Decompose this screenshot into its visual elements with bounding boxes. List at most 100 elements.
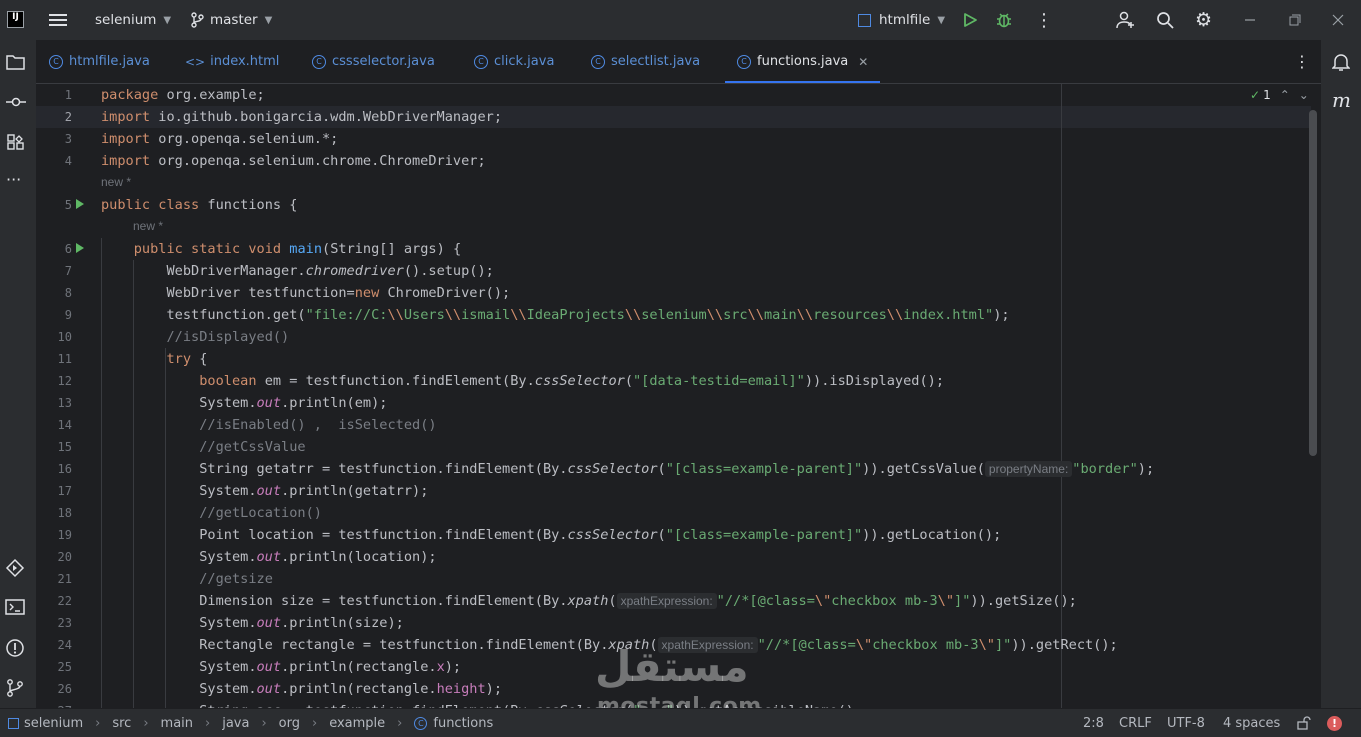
tab-label: htmlfile.java: [69, 54, 150, 69]
code-line: //getCssValue: [199, 439, 306, 455]
commit-tool-button[interactable]: [6, 94, 26, 114]
readonly-toggle[interactable]: [1297, 709, 1311, 737]
line-number: 10: [57, 330, 72, 344]
close-window-button[interactable]: [1332, 0, 1344, 40]
commit-icon: [6, 97, 26, 107]
error-indicator[interactable]: !: [1327, 709, 1342, 737]
run-class-gutter-icon[interactable]: [76, 199, 84, 209]
code-line: Dimension size = testfunction.findElemen…: [101, 593, 1077, 609]
project-tool-button[interactable]: [6, 53, 26, 75]
code-line: String getatrr = testfunction.findElemen…: [101, 461, 1155, 477]
breadcrumb-item[interactable]: main: [161, 716, 193, 731]
breadcrumb-item[interactable]: selenium: [24, 716, 83, 731]
class-icon: C: [591, 54, 605, 69]
breadcrumb-item[interactable]: functions: [433, 716, 493, 731]
breadcrumb-item[interactable]: java: [222, 716, 249, 731]
close-icon: [1332, 14, 1344, 26]
problems-tool-button[interactable]: [5, 638, 25, 662]
git-tool-button[interactable]: [5, 678, 25, 702]
tab-functions-java[interactable]: Cfunctions.java ✕: [724, 40, 881, 83]
maven-m-icon[interactable]: m: [1332, 88, 1351, 112]
tab-selectlist-java[interactable]: Cselectlist.java: [591, 40, 700, 83]
breadcrumb-item[interactable]: example: [329, 716, 385, 731]
line-number: 4: [64, 154, 72, 168]
breadcrumb-item[interactable]: org: [279, 716, 300, 731]
chevron-right-icon: ›: [312, 715, 318, 731]
error-icon: !: [1327, 715, 1342, 731]
code-line: import org.openqa.selenium.chrome.Chrome…: [101, 153, 486, 169]
code-line: try {: [166, 351, 208, 367]
right-margin-guide: [1061, 84, 1062, 708]
tab-index-html[interactable]: <> index.html: [185, 40, 279, 83]
param-hint: xpathExpression:: [616, 593, 717, 609]
vertical-scrollbar[interactable]: [1309, 110, 1317, 456]
run-config-selector[interactable]: htmlfile ▼: [858, 0, 945, 40]
branch-icon: [191, 12, 204, 28]
author-hint[interactable]: new *: [133, 219, 163, 233]
tab-htmlfile-java[interactable]: Chtmlfile.java: [49, 40, 150, 83]
tab-actions-more-icon[interactable]: ⋮: [1294, 52, 1310, 71]
chevron-right-icon: ›: [143, 715, 149, 731]
search-button[interactable]: [1156, 0, 1174, 40]
line-number: 14: [57, 418, 72, 432]
folder-icon: [6, 55, 25, 70]
code-line: boolean em = testfunction.findElement(By…: [199, 373, 945, 389]
line-number: 12: [57, 374, 72, 388]
line-number: 22: [57, 594, 72, 608]
minimize-button[interactable]: [1244, 0, 1256, 40]
add-user-button[interactable]: [1116, 0, 1136, 40]
chevron-down-icon: ▼: [163, 14, 172, 26]
tab-click-java[interactable]: Cclick.java: [474, 40, 554, 83]
chevron-up-icon[interactable]: ⌃: [1280, 88, 1290, 102]
caret-position[interactable]: 2:8: [1083, 709, 1104, 737]
code-line: System.out.println(rectangle.height);: [101, 681, 503, 697]
chevron-down-icon: ▼: [264, 14, 273, 26]
line-number: 1: [64, 88, 72, 102]
line-number: 19: [57, 528, 72, 542]
file-encoding[interactable]: UTF-8: [1167, 709, 1205, 737]
code-line: WebDriver testfunction=new ChromeDriver(…: [101, 285, 511, 301]
line-number: 2: [64, 110, 72, 124]
code-line: System.out.println(rectangle.x);: [101, 659, 462, 675]
tab-label: cssselector.java: [332, 54, 435, 69]
add-user-icon: [1116, 11, 1134, 29]
settings-gear-icon[interactable]: ⚙: [1195, 0, 1212, 40]
inspection-widget[interactable]: ✓ 1 ⌃ ⌄: [1250, 88, 1309, 102]
notifications-button[interactable]: [1331, 52, 1351, 76]
chevron-down-icon[interactable]: ⌄: [1299, 88, 1309, 102]
more-actions-icon[interactable]: ⋮: [1035, 0, 1053, 40]
debug-button[interactable]: [995, 0, 1013, 40]
restore-button[interactable]: [1289, 0, 1301, 40]
code-line: testfunction.get("file://C:\\Users\\isma…: [101, 307, 1010, 323]
inspection-count: 1: [1263, 88, 1271, 102]
terminal-tool-button[interactable]: [5, 598, 25, 620]
indent-setting[interactable]: 4 spaces: [1223, 709, 1280, 737]
author-hint[interactable]: new *: [101, 175, 131, 189]
editor-tab-bar: Chtmlfile.java <> index.html Ccssselector…: [36, 40, 1321, 84]
right-tool-strip: m: [1321, 40, 1361, 708]
run-button[interactable]: [962, 0, 978, 40]
services-tool-button[interactable]: [5, 558, 25, 582]
problems-icon: [6, 639, 24, 657]
close-tab-icon[interactable]: ✕: [858, 55, 868, 69]
code-editor[interactable]: ✓ 1 ⌃ ⌄ 1 2 3 4 5 6 7 8 9 10 11 12 13 14…: [36, 84, 1321, 708]
breadcrumb-item[interactable]: src: [112, 716, 131, 731]
run-main-gutter-icon[interactable]: [76, 243, 84, 253]
chevron-right-icon: ›: [205, 715, 211, 731]
tab-label: click.java: [494, 54, 555, 69]
line-ending[interactable]: CRLF: [1119, 709, 1152, 737]
intellij-logo-icon: IJ: [7, 11, 24, 28]
tab-cssselector-java[interactable]: Ccssselector.java: [312, 40, 435, 83]
project-selector[interactable]: selenium ▼: [95, 0, 171, 40]
line-number: 25: [57, 660, 72, 674]
main-menu-button[interactable]: [49, 0, 67, 40]
line-number: 24: [57, 638, 72, 652]
breadcrumb: selenium › src › main › java › org › exa…: [8, 709, 493, 737]
branch-selector[interactable]: master ▼: [190, 0, 272, 40]
more-tools-icon[interactable]: ···: [6, 170, 21, 189]
line-number: 26: [57, 682, 72, 696]
code-line: System.out.println(getatrr);: [101, 483, 429, 499]
title-bar: IJ selenium ▼ master ▼ htmlfile ▼ ⋮ ⚙: [0, 0, 1361, 40]
class-icon: C: [737, 54, 751, 69]
structure-tool-button[interactable]: [6, 133, 26, 155]
